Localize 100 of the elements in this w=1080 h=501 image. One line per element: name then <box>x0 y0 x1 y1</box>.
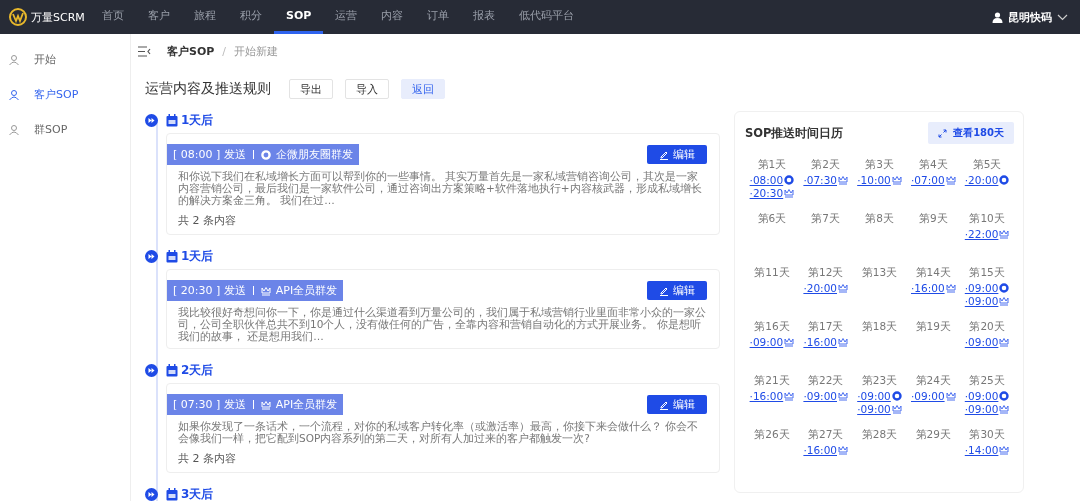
channel-label: API全员群发 <box>275 283 338 298</box>
day-label: 第2天 <box>811 158 841 172</box>
day-heading: 3天后 <box>181 485 214 501</box>
push-time-link[interactable]: ·09:00 <box>857 403 891 415</box>
user-outline-icon <box>8 88 20 101</box>
crown-icon <box>999 445 1010 455</box>
crown-icon <box>784 188 795 198</box>
channel-label: API全员群发 <box>275 397 338 412</box>
fast-forward-icon <box>145 113 158 127</box>
push-time-link[interactable]: ·09:00 <box>749 336 784 348</box>
day-label: 第27天 <box>808 428 844 442</box>
content-text: 我比较很好奇想问你一下，你是通过什么渠道看到万量公司的，我们属于私域营销行业里面非常小众的一家公司，公司全职伙伴总共不到10个人，没有做任何的广告，全靠内容和营销自动化的方式开展业务。 你是想听我们的故事， 还是想用我们… <box>178 306 707 342</box>
push-time-link[interactable]: ·16:00 <box>803 444 837 456</box>
day-label: 第22天 <box>808 374 844 388</box>
chevron-down-icon[interactable] <box>1057 13 1068 21</box>
nav-tab[interactable]: SOP <box>274 0 324 34</box>
day-label: 第23天 <box>861 374 898 388</box>
push-time-link[interactable]: ·22:00 <box>964 228 999 240</box>
logo-icon <box>8 7 28 27</box>
day-label: 第10天 <box>969 212 1005 226</box>
day-label: 第3天 <box>865 158 894 172</box>
pencil-icon <box>659 149 669 160</box>
sidebar-item[interactable]: 开始 <box>0 42 130 77</box>
push-time-link[interactable]: ·16:00 <box>911 282 945 294</box>
nav-tab[interactable]: 旅程 <box>182 0 228 34</box>
push-time-link[interactable]: ·07:00 <box>911 174 945 186</box>
back-button[interactable]: 返回 <box>401 79 445 99</box>
day-label: 第12天 <box>808 266 844 280</box>
content-count: 共 2 条内容 <box>178 213 237 228</box>
day-label: 第24天 <box>915 374 951 388</box>
push-time-link[interactable]: ·09:00 <box>911 390 945 402</box>
push-time-link[interactable]: ·20:00 <box>803 282 837 294</box>
day-label: 第28天 <box>861 428 898 442</box>
expand-icon <box>938 128 948 138</box>
push-time-link[interactable]: ·09:00 <box>964 390 999 402</box>
push-time-link[interactable]: ·07:30 <box>803 174 837 186</box>
nav-tab[interactable]: 内容 <box>369 0 416 34</box>
content-text: 如果你发现了一条话术，一个流程，对你的私域客户转化率（或激活率）最高，你接下来会做什么？ 你会不会像我们一样，把它配到SOP内容系列的第二天，对所有人加过来的客户都触发一次? <box>178 420 700 444</box>
sidebar-item[interactable]: 客户SOP <box>0 77 130 112</box>
user-name[interactable]: 昆明快码 <box>1008 9 1052 25</box>
day-label: 第21天 <box>754 374 790 388</box>
send-time: [ 08:00 ] 发送 <box>173 147 246 162</box>
push-time-link[interactable]: ·10:00 <box>857 174 891 186</box>
push-time-link[interactable]: ·16:00 <box>803 336 837 348</box>
action-button[interactable]: 导出 <box>289 79 333 99</box>
nav-tab[interactable]: 运营 <box>323 0 370 34</box>
nav-tab[interactable]: 订单 <box>415 0 462 34</box>
action-button[interactable]: 导入 <box>345 79 389 99</box>
sidebar-item[interactable]: 群SOP <box>0 112 130 147</box>
crown-icon <box>784 391 795 401</box>
content-count: 共 2 条内容 <box>178 451 237 466</box>
push-time-link[interactable]: ·16:00 <box>749 390 784 402</box>
nav-tab[interactable]: 首页 <box>90 0 136 34</box>
edit-button[interactable]: 编辑 <box>647 145 707 164</box>
push-time-link[interactable]: ·09:00 <box>857 390 891 402</box>
push-time-link[interactable]: ·20:30 <box>749 187 784 199</box>
calendar-icon <box>166 363 178 377</box>
push-time-link[interactable]: ·14:00 <box>964 444 999 456</box>
crown-icon <box>838 283 848 293</box>
menu-fold-icon[interactable] <box>138 45 151 57</box>
day-label: 第13天 <box>861 266 898 280</box>
day-label: 第17天 <box>808 320 844 334</box>
push-time-link[interactable]: ·09:00 <box>803 390 837 402</box>
day-label: 第19天 <box>915 320 951 334</box>
push-time-link[interactable]: ·09:00 <box>964 295 999 307</box>
nav-tab[interactable]: 客户 <box>136 0 182 34</box>
day-label: 第18天 <box>861 320 898 334</box>
day-label: 第1天 <box>757 158 787 172</box>
push-time-link[interactable]: ·09:00 <box>964 336 999 348</box>
edit-button[interactable]: 编辑 <box>647 395 707 414</box>
circle-icon <box>999 283 1010 293</box>
day-label: 第29天 <box>915 428 951 442</box>
nav-tab[interactable]: 积分 <box>228 0 274 34</box>
push-time-link[interactable]: ·20:00 <box>964 174 999 186</box>
crown-icon <box>838 337 848 347</box>
day-heading: 2天后 <box>181 361 214 379</box>
day-label: 第11天 <box>754 266 790 280</box>
day-label: 第15天 <box>969 266 1005 280</box>
push-time-link[interactable]: ·08:00 <box>749 174 784 186</box>
crown-icon <box>838 391 848 401</box>
send-time: [ 07:30 ] 发送 <box>173 397 246 412</box>
push-time-link[interactable]: ·09:00 <box>964 282 999 294</box>
crown-icon <box>891 175 902 185</box>
nav-tab[interactable]: 低代码平台 <box>507 0 587 34</box>
day-label: 第9天 <box>918 212 948 226</box>
day-label: 第7天 <box>811 212 841 226</box>
edit-button[interactable]: 编辑 <box>647 281 707 300</box>
breadcrumb-item[interactable]: 客户SOP <box>167 43 215 59</box>
day-label: 第14天 <box>915 266 951 280</box>
push-time-link[interactable]: ·09:00 <box>964 403 999 415</box>
circle-icon <box>260 149 271 160</box>
crown-icon <box>260 285 271 296</box>
pencil-icon <box>659 285 669 296</box>
crown-icon <box>999 337 1010 347</box>
expand-button[interactable]: 查看180天 <box>928 122 1014 144</box>
circle-icon <box>999 175 1010 185</box>
user-outline-icon <box>8 123 20 136</box>
circle-icon <box>999 391 1010 401</box>
crown-icon <box>838 445 848 455</box>
nav-tab[interactable]: 报表 <box>461 0 508 34</box>
